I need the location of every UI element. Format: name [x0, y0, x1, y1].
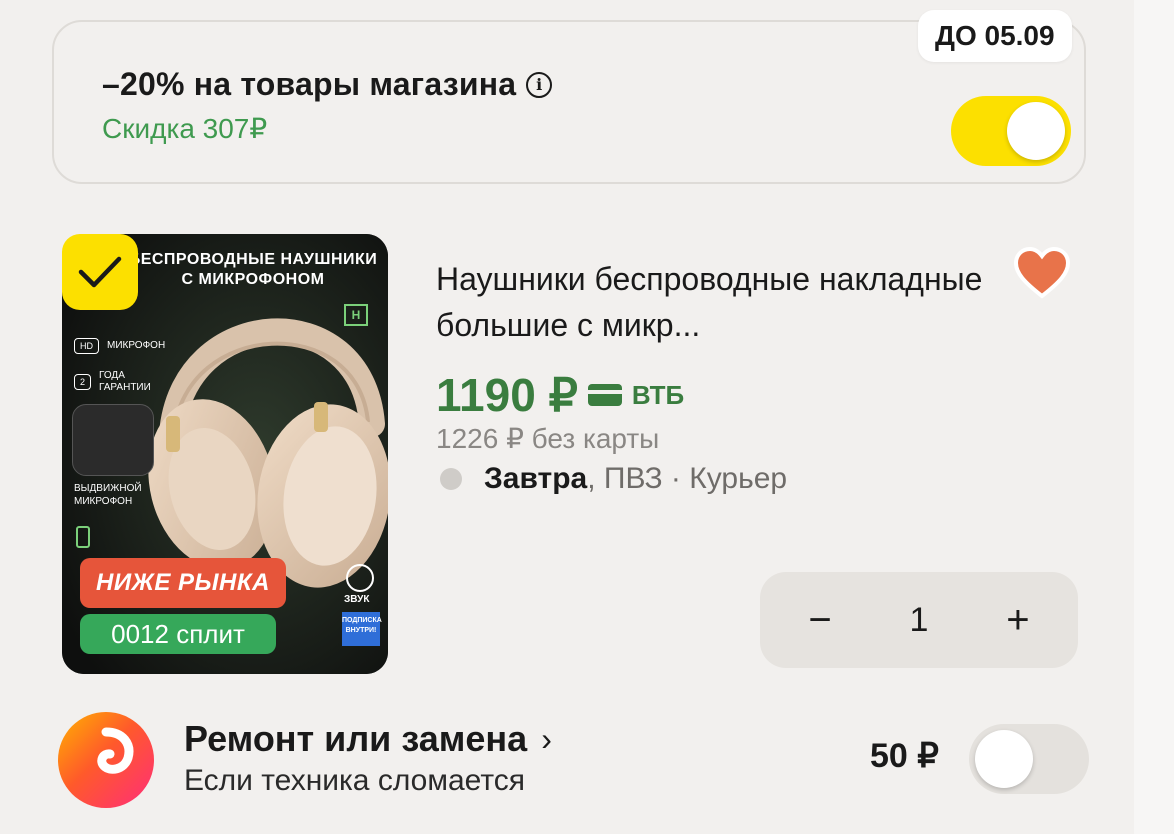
- repair-subtitle: Если техника сломается: [184, 764, 526, 797]
- quantity-value: 1: [909, 600, 929, 639]
- repair-toggle[interactable]: [969, 724, 1089, 794]
- card-icon: [587, 384, 622, 406]
- bank-name: ВТБ: [631, 379, 685, 410]
- select-checkbox[interactable]: [62, 234, 138, 310]
- delivery-info: Завтра , ПВЗ · Курьер: [440, 462, 787, 496]
- image-headline: БЕСПРОВОДНЫЕ НАУШНИКИ С МИКРОФОНОМ: [128, 251, 378, 288]
- mic-preview: [72, 404, 154, 476]
- repair-logo-icon: [58, 712, 154, 808]
- heart-icon[interactable]: [1012, 244, 1072, 304]
- warranty-badge: 2: [74, 374, 92, 390]
- toggle-knob: [1007, 102, 1065, 160]
- promo-discount: Скидка 307₽: [102, 113, 268, 144]
- feature-hd-text: МИКРОФОН: [107, 340, 166, 351]
- price-row: 1190 ₽ ВТБ: [436, 368, 684, 422]
- repair-title[interactable]: Ремонт или замена ›: [184, 718, 552, 760]
- sound-icon: [346, 564, 374, 592]
- quantity-stepper: − 1 +: [760, 572, 1078, 668]
- feature-mic: ВЫДВИЖНОЙ МИКРОФОН: [74, 483, 142, 507]
- feature-hd: HD МИКРОФОН: [74, 338, 165, 354]
- hd-badge: HD: [74, 338, 99, 354]
- promo-title: –20% на товары магазина i: [102, 66, 553, 103]
- promo-toggle[interactable]: [951, 96, 1071, 166]
- toggle-knob: [975, 730, 1033, 788]
- minus-button[interactable]: −: [800, 598, 840, 642]
- delivery-dot-icon: [440, 468, 462, 490]
- feature-warranty: 2 ГОДА ГАРАНТИИ: [74, 370, 194, 394]
- repair-title-text: Ремонт или замена: [184, 718, 528, 759]
- price-without-card: 1226 ₽ без карты: [436, 423, 660, 454]
- plus-button[interactable]: +: [998, 598, 1038, 642]
- deadline-badge: ДО 05.09: [918, 10, 1072, 62]
- check-icon: [78, 256, 122, 288]
- product-title[interactable]: Наушники беспроводные накладные большие …: [436, 256, 996, 348]
- hi-res-icon: H: [344, 304, 368, 326]
- battery-icon: [76, 526, 90, 548]
- repair-price: 50 ₽: [870, 737, 939, 775]
- promo-title-text: –20% на товары магазина: [102, 66, 517, 102]
- feature-warranty-text: ГОДА ГАРАНТИИ: [99, 370, 151, 393]
- split-label: 0012 сплит: [80, 614, 276, 654]
- right-edge: [1134, 0, 1174, 834]
- market-label: НИЖЕ РЫНКА: [80, 558, 286, 608]
- chevron-right-icon: ›: [541, 720, 552, 757]
- sound-label: ЗВУК: [344, 594, 370, 605]
- delivery-day: Завтра: [484, 462, 588, 495]
- price: 1190 ₽: [436, 369, 578, 421]
- delivery-options: , ПВЗ · Курьер: [587, 462, 788, 495]
- info-icon[interactable]: i: [526, 71, 553, 98]
- subscription-sticker: ПОДПИСКА ВНУТРИ!: [342, 612, 382, 646]
